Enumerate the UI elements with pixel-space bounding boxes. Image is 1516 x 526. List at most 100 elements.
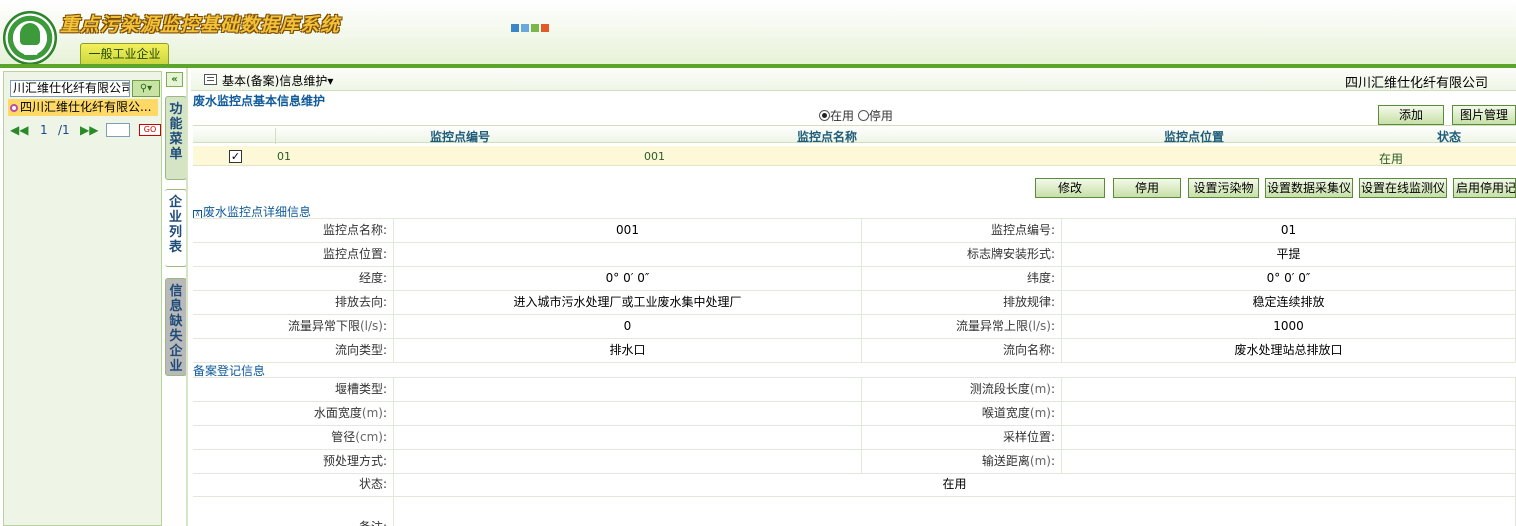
search-button[interactable]: ⚲▾ [132,80,160,97]
tab-function-menu[interactable]: 功能菜单 [165,96,187,180]
status-row: 状态: 在用 [193,473,1516,497]
field-value: 排水口 [394,339,862,362]
field-unit: (l/s) [1027,319,1051,333]
field-row: 监控点名称: 001 监控点编号: 01 [193,219,1516,243]
field-label: 输送距离(m): [862,450,1062,473]
column-code[interactable]: 监控点编号 [277,128,643,145]
field-value: 废水处理站总排放口 [1062,339,1516,362]
field-value: 进入城市污水处理厂或工业废水集中处理厂 [394,291,862,314]
row-code: 01 [277,150,291,163]
current-page: 1 [40,123,48,137]
filing-extra-grid: 状态: 在用 备注: [193,473,1516,526]
field-label: 排放去向: [193,291,394,314]
field-row: 排放去向: 进入城市污水处理厂或工业废水集中处理厂 排放规律: 稳定连续排放 [193,291,1516,315]
field-label-text: 排放规律: [1002,295,1055,309]
field-label-text: 采样位置: [1002,430,1055,444]
header: ZHB 重点污染源监控基础数据库系统 一般工业企业 [0,0,1516,68]
remark-row: 备注: [193,497,1516,526]
theme-swatch-red[interactable] [541,24,549,32]
logo-figure [20,23,40,45]
field-label-text: 测流段长度 [969,382,1030,396]
tab-company-list[interactable]: 企业列表 [165,189,187,267]
field-label-text: 流向名称: [1002,343,1055,357]
breadcrumb-menu[interactable]: 基本(备案)信息维护▾ [222,72,333,89]
field-label: 测流段长度(m): [862,378,1062,401]
theme-swatch-blue[interactable] [511,24,519,32]
set-data-collector-button[interactable]: 设置数据采集仪 [1265,178,1353,198]
field-label: 监控点名称: [193,219,394,242]
field-label-text: 排放去向: [334,295,387,309]
field-label: 流向类型: [193,339,394,362]
company-list-item[interactable]: 四川汇维仕化纤有限公... [8,99,158,116]
radio-active[interactable] [819,110,830,121]
disable-button[interactable]: 停用 [1113,178,1181,198]
field-label: 喉道宽度(m): [862,402,1062,425]
add-button[interactable]: 添加 [1378,105,1444,125]
current-company: 四川汇维仕化纤有限公司 [1345,76,1489,91]
edit-button[interactable]: 修改 [1035,178,1105,198]
field-label: 管径(cm): [193,426,394,449]
field-label: 堰槽类型: [193,378,394,401]
field-value: 01 [1062,219,1516,242]
field-label-text: : [382,319,387,333]
radio-active-label: 在用 [830,109,855,123]
field-label: 水面宽度(m): [193,402,394,425]
detail-section-title: 废水监控点详细信息 [203,205,312,219]
set-online-monitor-button[interactable]: 设置在线监测仪 [1359,178,1447,198]
go-button[interactable]: GO [139,124,161,136]
set-pollutant-button[interactable]: 设置污染物 [1188,178,1259,198]
row-checkbox[interactable]: ✓ [229,150,242,163]
field-unit: (l/s) [359,319,383,333]
column-name[interactable]: 监控点名称 [644,128,1010,145]
column-location[interactable]: 监控点位置 [1011,128,1377,145]
field-label: 纬度: [862,267,1062,290]
field-row: 流向类型: 排水口 流向名称: 废水处理站总排放口 [193,339,1516,363]
theme-swatch-lightblue[interactable] [521,24,529,32]
field-label-text: 流向类型: [334,343,387,357]
total-pages: /1 [58,123,70,137]
theme-switcher [511,21,551,32]
first-page-icon[interactable]: ◀◀ [10,122,28,138]
company-list-item-label: 四川汇维仕化纤有限公... [20,100,152,114]
last-page-icon[interactable]: ▶▶ [80,122,98,138]
theme-swatch-green[interactable] [531,24,539,32]
enable-disable-log-button[interactable]: 启用停用记 [1453,178,1516,198]
page-number-input[interactable] [106,123,130,137]
column-status[interactable]: 状态 [1379,128,1516,145]
field-label: 经度: [193,267,394,290]
detail-grid: 监控点名称: 001 监控点编号: 01 监控点位置: 标志牌安装形式: 平提 经度: 0° 0… [193,218,1516,363]
field-label: 流量异常下限(l/s): [193,315,394,338]
field-value: 平提 [1062,243,1516,266]
field-value: 001 [394,219,862,242]
field-label: 预处理方式: [193,450,394,473]
field-label-text: 流量异常下限 [287,319,360,333]
logo-text: ZHB [24,50,38,57]
field-row: 水面宽度(m): 喉道宽度(m): [193,402,1516,426]
field-value [1062,426,1516,449]
table-row[interactable]: ✓ 01 001 在用 [193,146,1516,166]
field-label-text: 堰槽类型: [334,382,387,396]
field-row: 流量异常下限(l/s): 0 流量异常上限(l/s): 1000 [193,315,1516,339]
field-label: 标志牌安装形式: [862,243,1062,266]
pane-divider [186,68,188,526]
main-content: 基本(备案)信息维护▾ 四川汇维仕化纤有限公司 废水监控点基本信息维护 在用 停… [191,69,1516,526]
remark-value [394,497,1516,526]
field-label-text: 监控点编号: [990,223,1055,237]
field-value: 稳定连续排放 [1062,291,1516,314]
row-name: 001 [644,150,665,163]
image-manage-button[interactable]: 图片管理 [1452,105,1516,125]
radio-inactive-label: 停用 [868,109,893,123]
field-value [394,450,862,473]
remark-label: 备注: [193,497,394,526]
radio-inactive[interactable] [857,110,869,121]
field-value [394,426,862,449]
collapse-panel-button[interactable]: « [166,72,183,87]
tab-missing-info-companies[interactable]: 信息缺失企业 [165,278,187,376]
company-search-input[interactable]: 川汇维仕化纤有限公司 [10,80,130,97]
status-filter: 在用 停用 [819,107,893,124]
field-label-text: 纬度: [1026,271,1055,285]
field-label-text: : [1050,382,1055,396]
field-unit: (m) [1029,382,1051,396]
field-label-text: : [1050,319,1055,333]
tab-general-industry[interactable]: 一般工业企业 [80,43,169,65]
